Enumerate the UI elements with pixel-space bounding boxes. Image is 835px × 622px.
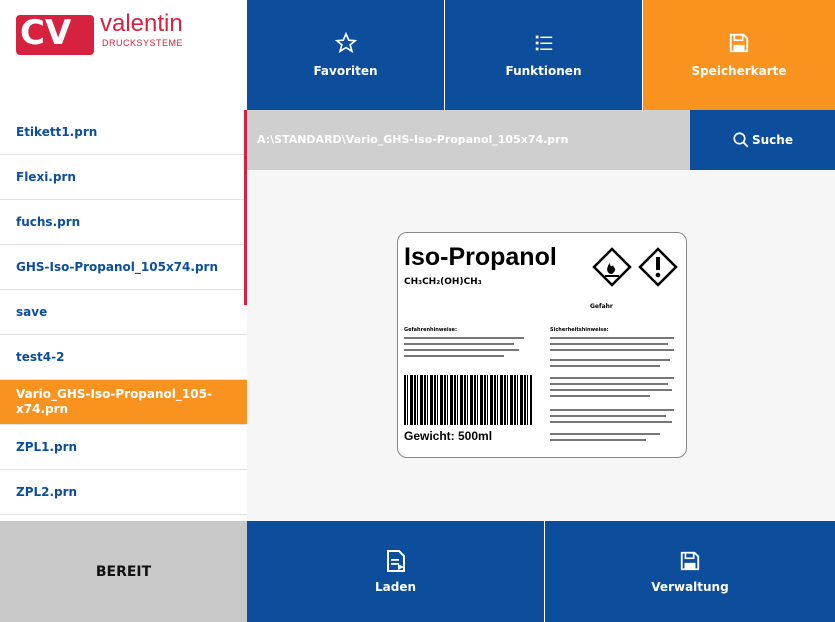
file-item[interactable]: fuchs.prn [0,200,247,245]
text-line [550,415,666,417]
tab-funktionen[interactable]: Funktionen [445,0,642,110]
tab-favoriten-label: Favoriten [313,64,378,78]
file-item[interactable]: Etikett1.prn [0,110,247,155]
load-button-label: Laden [374,579,416,594]
text-line [550,389,672,391]
path-bar: A:\STANDARD\Vario_GHS-Iso-Propanol_105x7… [247,110,690,170]
load-button[interactable]: Laden [247,521,544,622]
star-icon [334,32,357,54]
file-item[interactable]: test4-2 [0,335,247,380]
text-line [404,355,504,357]
load-document-icon [386,549,405,572]
save-icon [680,551,700,570]
management-button-label: Verwaltung [651,579,729,594]
text-line [404,337,524,339]
search-icon [733,132,749,148]
text-line [550,395,650,397]
exclamation-icon [638,247,678,287]
text-line [550,337,674,339]
list-icon [535,35,552,51]
label-formula: CH₃CH₂(OH)CH₃ [404,277,482,287]
text-line [550,421,672,423]
label-weight: Gewicht: 500ml [404,429,493,443]
search-label: Suche [752,133,793,147]
file-item[interactable]: ZPL1.prn [0,425,247,470]
text-line [550,377,674,379]
text-line [550,383,668,385]
file-item[interactable]: save [0,290,247,335]
file-item-selected[interactable]: Vario_GHS-Iso-Propanol_105-x74.prn [0,380,247,425]
status-text: BEREIT [95,563,152,580]
text-line [404,343,514,345]
label-signal-word: Gefahr [590,303,613,310]
tab-speicherkarte[interactable]: Speicherkarte [643,0,835,110]
text-line [550,343,668,345]
text-line [550,349,674,351]
brand-logo: CV valentin DRUCKSYSTEME [0,0,247,102]
label-safety-heading: Sicherheitshinweise: [550,327,609,333]
label-preview: Iso-Propanol CH₃CH₂(OH)CH₃ Gefahr Gefahr… [397,232,687,458]
logo-mark: CV [16,13,94,55]
current-path: A:\STANDARD\Vario_GHS-Iso-Propanol_105x7… [257,133,569,146]
label-title: Iso-Propanol [404,243,557,271]
tab-speicherkarte-label: Speicherkarte [691,64,787,78]
tab-favoriten[interactable]: Favoriten [247,0,444,110]
text-line [550,433,660,435]
text-line [550,365,660,367]
file-list: Etikett1.prn Flexi.prn fuchs.prn GHS-Iso… [0,110,247,521]
management-button[interactable]: Verwaltung [545,521,835,622]
status-indicator: BEREIT [0,521,247,622]
save-icon [729,33,749,53]
search-button[interactable]: Suche [690,110,835,170]
file-item[interactable]: Flexi.prn [0,155,247,200]
flammable-icon [592,247,632,287]
file-item[interactable]: ZPL2.prn [0,470,247,515]
barcode [404,375,532,425]
logo-name: valentin [100,10,183,37]
logo-mark-text: CV [20,13,72,53]
text-line [550,409,674,411]
text-line [550,439,646,441]
file-item[interactable]: GHS-Iso-Propanol_105x74.prn [0,245,247,290]
text-line [550,359,670,361]
logo-subtitle: DRUCKSYSTEME [102,38,184,48]
label-preview-area: Iso-Propanol CH₃CH₂(OH)CH₃ Gefahr Gefahr… [247,170,835,521]
text-line [404,349,519,351]
label-hazard-heading: Gefahrenhinweise: [404,327,457,333]
tab-funktionen-label: Funktionen [505,64,582,78]
